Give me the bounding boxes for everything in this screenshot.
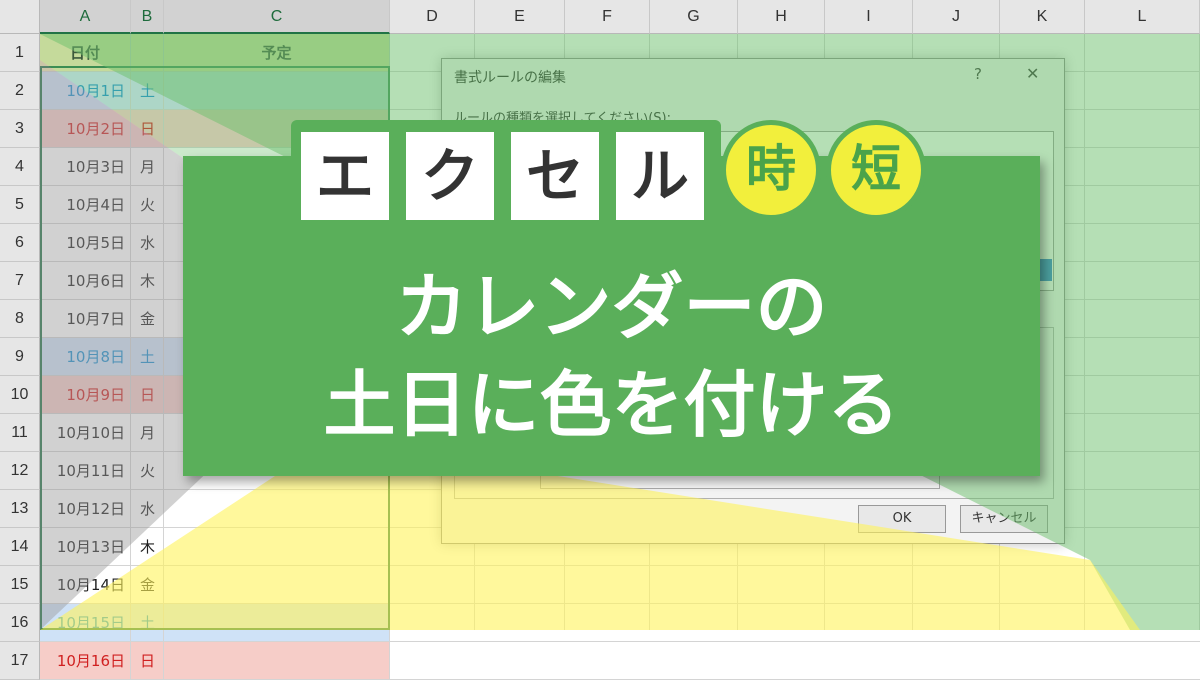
date-cell[interactable]: 10月16日 xyxy=(40,642,131,680)
brand-char-ku: ク xyxy=(406,132,494,220)
banner-title-line2: 土日に色を付ける xyxy=(323,363,900,447)
brand-char-ru: ル xyxy=(616,132,704,220)
badge-ji: 時 xyxy=(721,120,821,220)
badge-tan: 短 xyxy=(826,120,926,220)
banner-title-line1: カレンダーの xyxy=(395,265,828,349)
grid-line-horizontal xyxy=(390,641,1200,642)
row-header-17[interactable]: 17 xyxy=(0,642,40,680)
brand-char-se: セ xyxy=(511,132,599,220)
brand-char-e: エ xyxy=(301,132,389,220)
weekday-cell[interactable]: 日 xyxy=(131,642,164,680)
plan-cell[interactable] xyxy=(164,642,390,680)
